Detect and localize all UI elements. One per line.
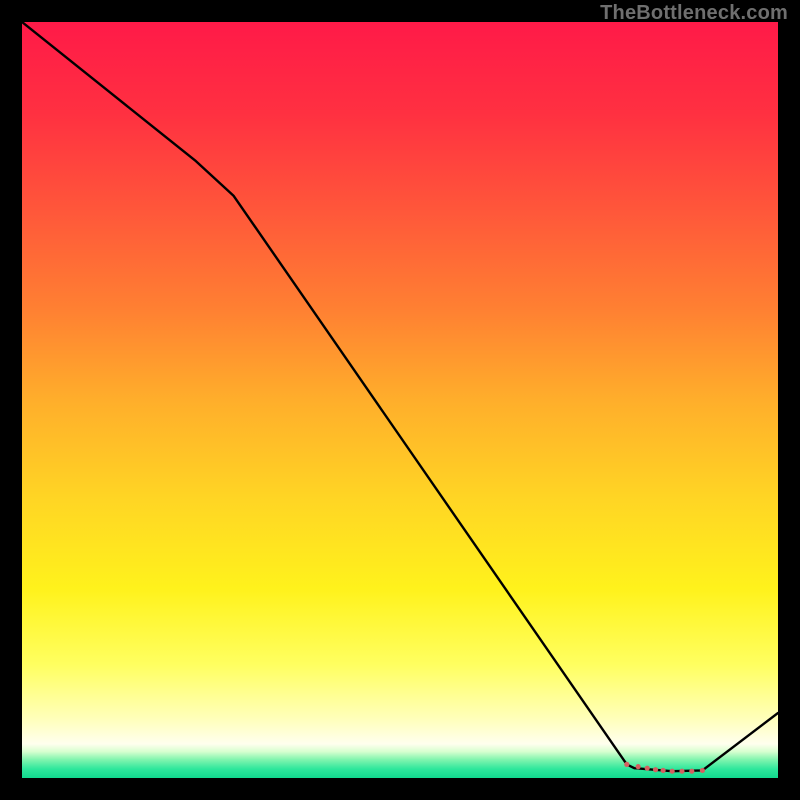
marker-point bbox=[645, 766, 650, 771]
chart-background bbox=[22, 22, 778, 778]
plot-area bbox=[22, 22, 778, 778]
marker-point bbox=[670, 769, 675, 774]
marker-point bbox=[624, 762, 629, 767]
watermark-text: TheBottleneck.com bbox=[600, 2, 788, 25]
chart-svg bbox=[22, 22, 778, 778]
marker-point bbox=[679, 769, 684, 774]
marker-point bbox=[653, 767, 658, 772]
marker-point bbox=[660, 768, 665, 773]
marker-point bbox=[689, 769, 694, 774]
marker-point bbox=[700, 768, 705, 773]
marker-point bbox=[636, 764, 641, 769]
chart-frame: TheBottleneck.com bbox=[0, 0, 800, 800]
